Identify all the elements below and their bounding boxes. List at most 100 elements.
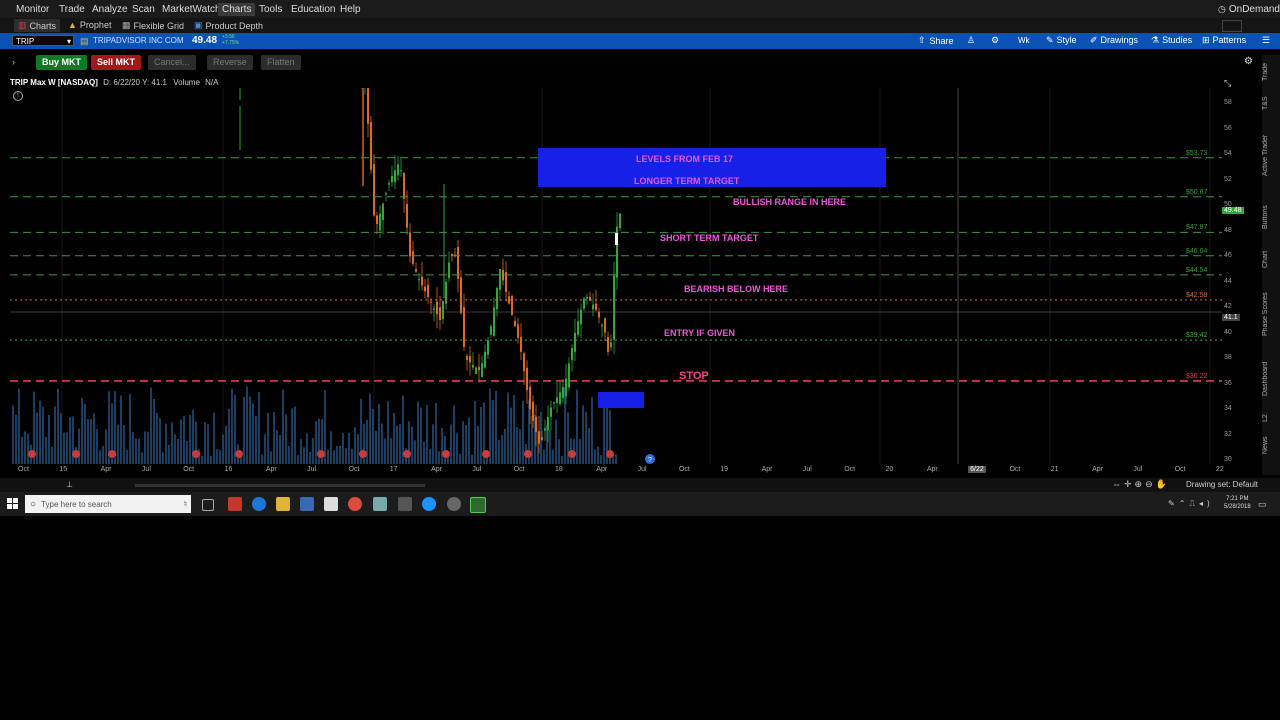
drawing-set-label[interactable]: Drawing set: Default [1186, 480, 1258, 489]
earnings-marker[interactable] [235, 450, 243, 458]
gear-icon[interactable]: ⚙ [991, 35, 999, 46]
earnings-marker[interactable] [192, 450, 200, 458]
chevron-right-icon[interactable]: › [12, 57, 15, 67]
app-icon-1[interactable] [228, 497, 242, 511]
symbol-bar: TRIP ▾ ▤ TRIPADVISOR INC COM 49.48 +3.56… [0, 33, 1280, 49]
studies-button[interactable]: ⚗ Studies [1151, 35, 1192, 46]
volume-bar [285, 414, 287, 464]
app-icon-3[interactable] [398, 497, 412, 511]
menu-help[interactable]: Help [336, 3, 365, 16]
sell-market-button[interactable]: Sell MKT [91, 55, 142, 70]
menu-icon[interactable]: ☰ [1262, 35, 1270, 46]
flatten-button[interactable]: Flatten [261, 55, 301, 70]
volume-bar [42, 406, 44, 464]
right-tab[interactable]: Active Trader [1262, 119, 1280, 192]
system-tray-icons[interactable]: ✎⌃⎍◂) [1168, 499, 1214, 509]
x-axis-tick: 19 [720, 466, 729, 473]
volume-bar [102, 446, 104, 464]
mail-icon[interactable] [324, 497, 338, 511]
volume-bar [615, 454, 617, 464]
flask-icon[interactable]: ♙ [967, 35, 975, 46]
earnings-marker[interactable] [359, 450, 367, 458]
clock[interactable]: 7:21 PM 5/28/2018 [1224, 495, 1251, 511]
menu-scan[interactable]: Scan [128, 3, 159, 16]
horizontal-scrollbar[interactable] [135, 484, 425, 487]
earnings-marker[interactable] [568, 450, 576, 458]
notification-icon[interactable]: ▭ [1258, 499, 1267, 510]
buy-market-button[interactable]: Buy MKT [36, 55, 87, 70]
windows-start-icon[interactable] [7, 498, 18, 509]
tab-charts[interactable]: ▥ Charts [14, 19, 61, 32]
volume-bar [561, 455, 563, 464]
menu-analyze[interactable]: Analyze [88, 3, 132, 16]
right-tab[interactable]: Dashboard [1262, 352, 1280, 405]
chrome-icon[interactable] [348, 497, 362, 511]
earnings-marker[interactable] [524, 450, 532, 458]
link-icon[interactable]: ▤ [80, 36, 89, 47]
style-button[interactable]: ✎ Style [1046, 35, 1077, 46]
ie-icon[interactable] [422, 497, 436, 511]
menu-trade[interactable]: Trade [55, 3, 89, 16]
store-icon[interactable] [300, 497, 314, 511]
earnings-marker[interactable] [72, 450, 80, 458]
menu-charts[interactable]: Charts [218, 3, 256, 16]
x-axis: Oct 15 Apr Jul Oct 16 Apr Jul Oct 17 Apr Jul Oct 18 Ap… [10, 465, 1224, 477]
menu-marketwatch[interactable]: MarketWatch [158, 3, 225, 16]
ondemand-button[interactable]: ◷ OnDemand [1214, 3, 1280, 16]
volume-bar [282, 389, 284, 464]
drawings-button[interactable]: ✐ Drawings [1090, 35, 1138, 46]
right-tab[interactable]: L2 [1262, 409, 1280, 427]
edge-icon[interactable] [252, 497, 266, 511]
earnings-marker[interactable] [403, 450, 411, 458]
candlesticks [239, 88, 621, 454]
volume-bar [213, 412, 215, 464]
menu-education[interactable]: Education [287, 3, 339, 16]
menu-tools[interactable]: Tools [255, 3, 286, 16]
volume-bar [342, 432, 344, 464]
chart-header: TRIP Max W [NASDAQ] D: 6/22/20 Y: 41.1 V… [10, 78, 219, 87]
right-tab[interactable]: Chart [1262, 243, 1280, 276]
right-tab[interactable]: News [1262, 431, 1280, 459]
earnings-marker[interactable] [28, 450, 36, 458]
right-tab[interactable]: T&S [1262, 92, 1280, 115]
volume-bar [21, 436, 23, 464]
file-explorer-icon[interactable] [276, 497, 290, 511]
taskbar-search[interactable]: ○ Type here to search ♮ [25, 495, 191, 513]
x-axis-tick: 16 [224, 466, 233, 473]
y-axis-tick: 52 [1224, 175, 1232, 183]
tab-prophet[interactable]: ▲ Prophet [64, 19, 115, 31]
earnings-marker[interactable] [317, 450, 325, 458]
earnings-marker[interactable] [442, 450, 450, 458]
volume-bar [456, 433, 458, 464]
symbol-input[interactable]: TRIP ▾ [12, 35, 74, 46]
x-axis-tick: Jul [802, 466, 812, 473]
reverse-button[interactable]: Reverse [207, 55, 253, 70]
earnings-marker[interactable] [108, 450, 116, 458]
right-tab[interactable]: Buttons [1262, 196, 1280, 239]
zoom-controls[interactable]: ⇔✛⊕⊖✋ [1112, 479, 1170, 490]
right-tab[interactable]: Trade [1262, 55, 1280, 88]
patterns-button[interactable]: ⊞ Patterns [1202, 35, 1246, 46]
thinkorswim-icon[interactable] [470, 497, 486, 513]
settings-gear-icon[interactable]: ⚙ [1244, 56, 1253, 67]
menu-monitor[interactable]: Monitor [12, 3, 53, 16]
window-button[interactable] [1222, 20, 1242, 32]
price-chart[interactable]: ? [10, 88, 1222, 464]
x-axis-tick: Jul [141, 466, 151, 473]
volume-bar [267, 412, 269, 464]
app-icon-2[interactable] [373, 497, 387, 511]
task-view-icon[interactable] [202, 499, 214, 511]
earnings-marker[interactable] [482, 450, 490, 458]
expand-icon[interactable]: ⊥ [66, 480, 73, 489]
tab-flexible-grid[interactable]: ▦ Flexible Grid [118, 19, 188, 32]
candle-body [484, 351, 486, 368]
earnings-marker[interactable] [606, 450, 614, 458]
app-icon-4[interactable] [447, 497, 461, 511]
share-button[interactable]: ⇧ Share [918, 35, 954, 46]
timeframe-selector[interactable]: Wk [1018, 36, 1030, 45]
right-tab[interactable]: Phase Scores [1262, 280, 1280, 348]
volume-bar [576, 389, 578, 464]
candle-body [550, 407, 552, 417]
cancel-button[interactable]: Cancel... [148, 55, 196, 70]
tab-product-depth[interactable]: ▣ Product Depth [190, 19, 267, 32]
